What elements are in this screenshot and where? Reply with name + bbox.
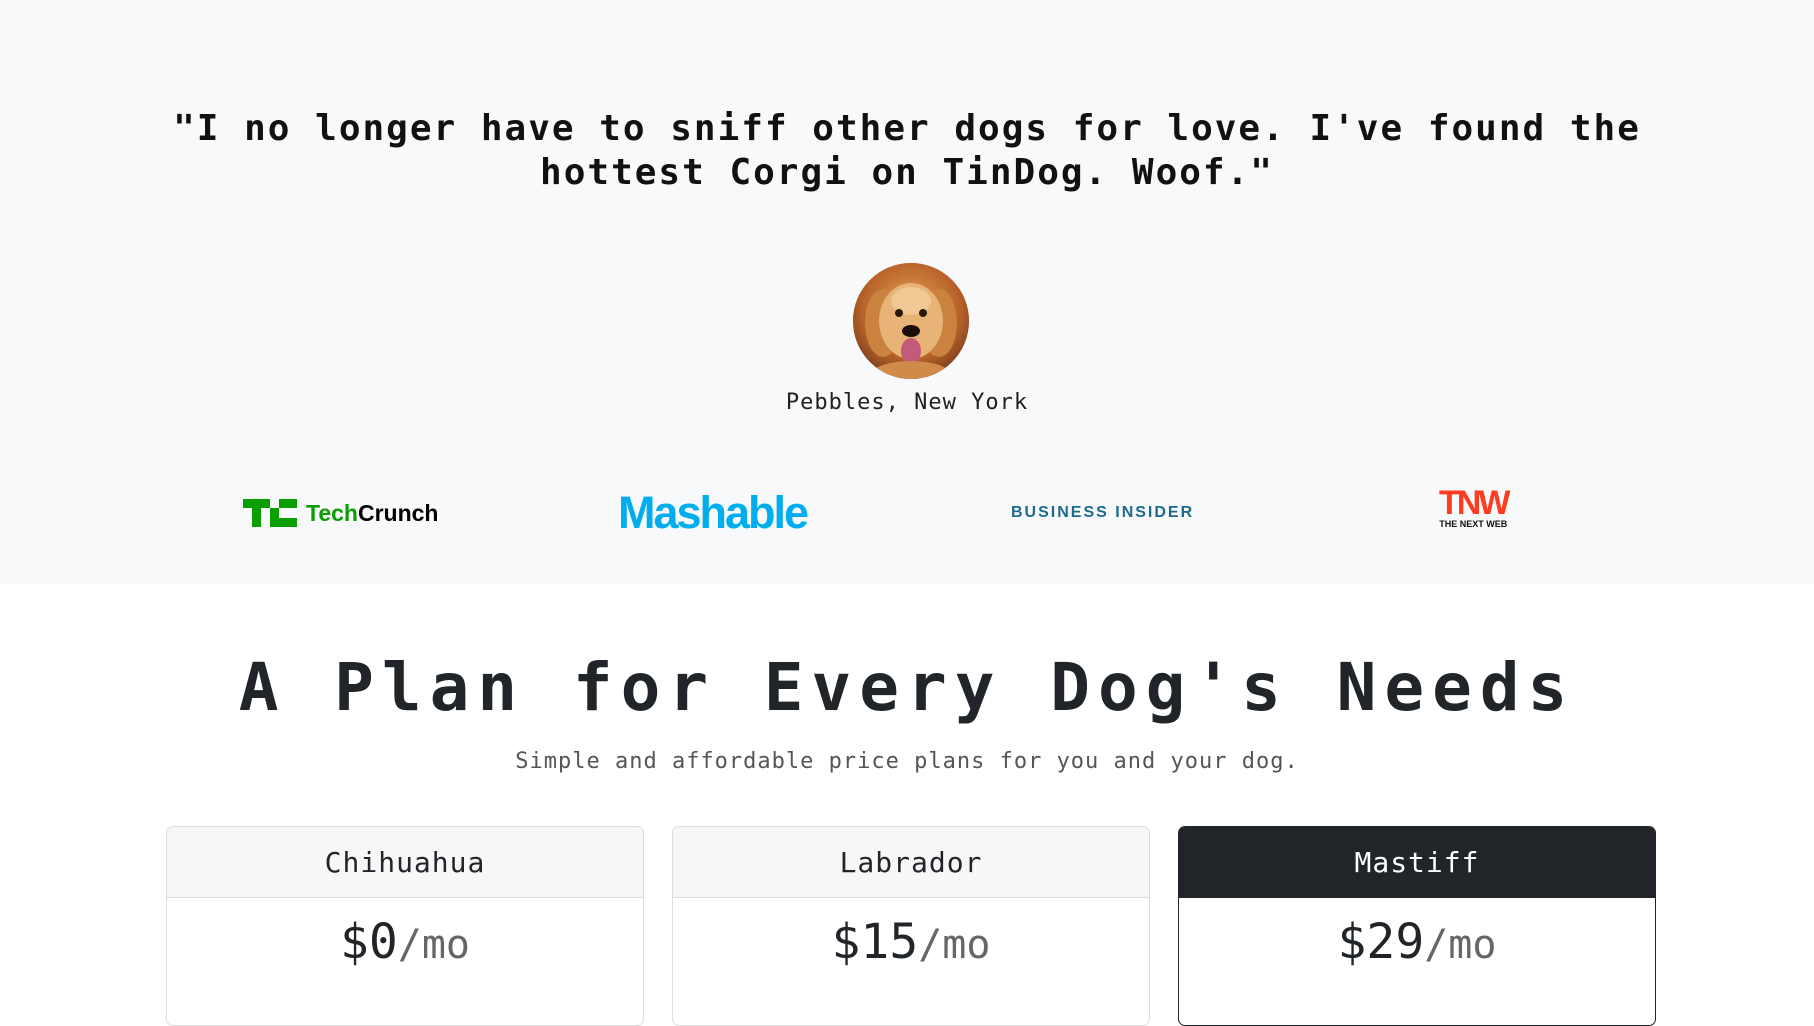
plan-period: /mo: [918, 922, 991, 968]
testimonials-section: "I no longer have to sniff other dogs fo…: [0, 0, 1814, 584]
plan-period: /mo: [397, 922, 471, 968]
pricing-card-labrador: Labrador $15/mo: [672, 826, 1150, 1026]
plan-name: Chihuahua: [167, 827, 643, 898]
tnw-logo: TNW THE NEXT WEB: [1439, 484, 1510, 538]
plan-price-row: $29/mo: [1179, 898, 1655, 970]
plan-period: /mo: [1424, 922, 1497, 968]
pricing-card-mastiff: Mastiff $29/mo: [1178, 826, 1656, 1026]
tnw-logo-subtitle: THE NEXT WEB: [1439, 519, 1508, 529]
plan-price: $15: [831, 914, 919, 970]
plan-name: Labrador: [673, 827, 1149, 898]
business-insider-logo: BUSINESS INSIDER: [1011, 504, 1195, 521]
techcrunch-logo-tech: Tech: [306, 499, 358, 526]
plan-name: Mastiff: [1179, 827, 1655, 898]
techcrunch-logo: Tech Crunch: [243, 488, 438, 538]
plan-price: $29: [1337, 914, 1425, 970]
tnw-logo-mark: TNW: [1439, 484, 1510, 522]
testimonial-quote-line2: hottest Corgi on TinDog. Woof.": [540, 152, 1274, 193]
pricing-section: A Plan for Every Dog's Needs Simple and …: [0, 584, 1814, 1026]
plan-price-row: $0/mo: [167, 898, 643, 970]
techcrunch-logo-crunch: Crunch: [357, 499, 439, 526]
pricing-title: A Plan for Every Dog's Needs: [238, 649, 1576, 726]
pricing-subtitle: Simple and affordable price plans for yo…: [515, 749, 1299, 774]
pricing-card-chihuahua: Chihuahua $0/mo: [166, 826, 644, 1026]
testimonial-quote-line1: "I no longer have to sniff other dogs fo…: [173, 108, 1641, 149]
dog-avatar-image: [853, 263, 969, 379]
techcrunch-mark-icon: [243, 499, 297, 527]
plan-price-row: $15/mo: [673, 898, 1149, 970]
plan-price: $0: [339, 914, 398, 970]
mashable-logo: Mashable: [618, 487, 809, 538]
testimonial-author: Pebbles, New York: [785, 390, 1029, 415]
